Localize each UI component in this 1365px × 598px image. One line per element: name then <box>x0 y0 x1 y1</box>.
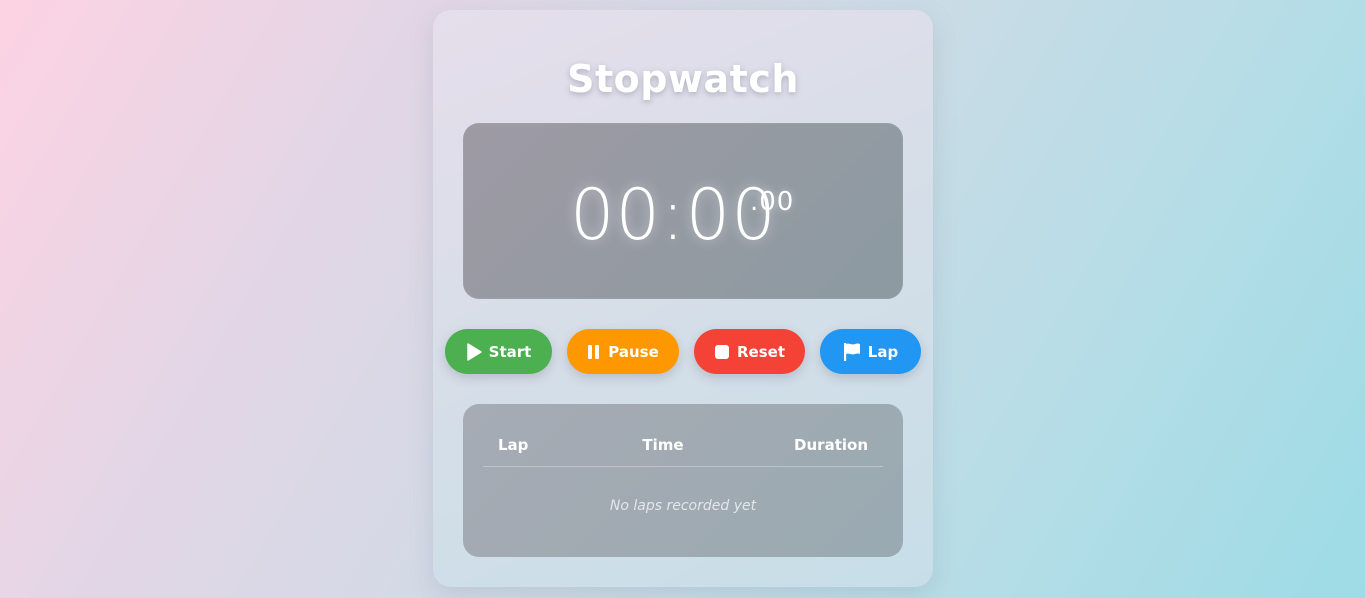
flag-icon <box>843 342 861 362</box>
pause-icon <box>587 344 601 360</box>
stopwatch-card: Stopwatch 00:00 .00 Start Pause Reset La… <box>433 10 933 587</box>
column-header-time: Time <box>642 436 684 454</box>
empty-laps-message: No laps recorded yet <box>609 498 757 514</box>
column-header-duration: Duration <box>794 436 868 454</box>
page-title: Stopwatch <box>567 57 799 101</box>
laps-table-header: Lap Time Duration <box>483 426 883 467</box>
reset-button-label: Reset <box>737 342 785 361</box>
pause-button-label: Pause <box>608 342 659 361</box>
start-button-label: Start <box>488 342 532 361</box>
pause-button[interactable]: Pause <box>567 329 679 374</box>
play-icon <box>466 342 482 361</box>
lap-button-label: Lap <box>867 342 899 361</box>
start-button[interactable]: Start <box>445 329 552 374</box>
laps-panel: Lap Time Duration No laps recorded yet <box>463 404 903 557</box>
time-display: 00:00 .00 <box>463 123 903 299</box>
stop-icon <box>714 344 730 360</box>
time-main: 00:00 <box>570 174 777 256</box>
reset-button[interactable]: Reset <box>694 329 805 374</box>
lap-button[interactable]: Lap <box>820 329 921 374</box>
time-fraction: .00 <box>750 187 795 217</box>
